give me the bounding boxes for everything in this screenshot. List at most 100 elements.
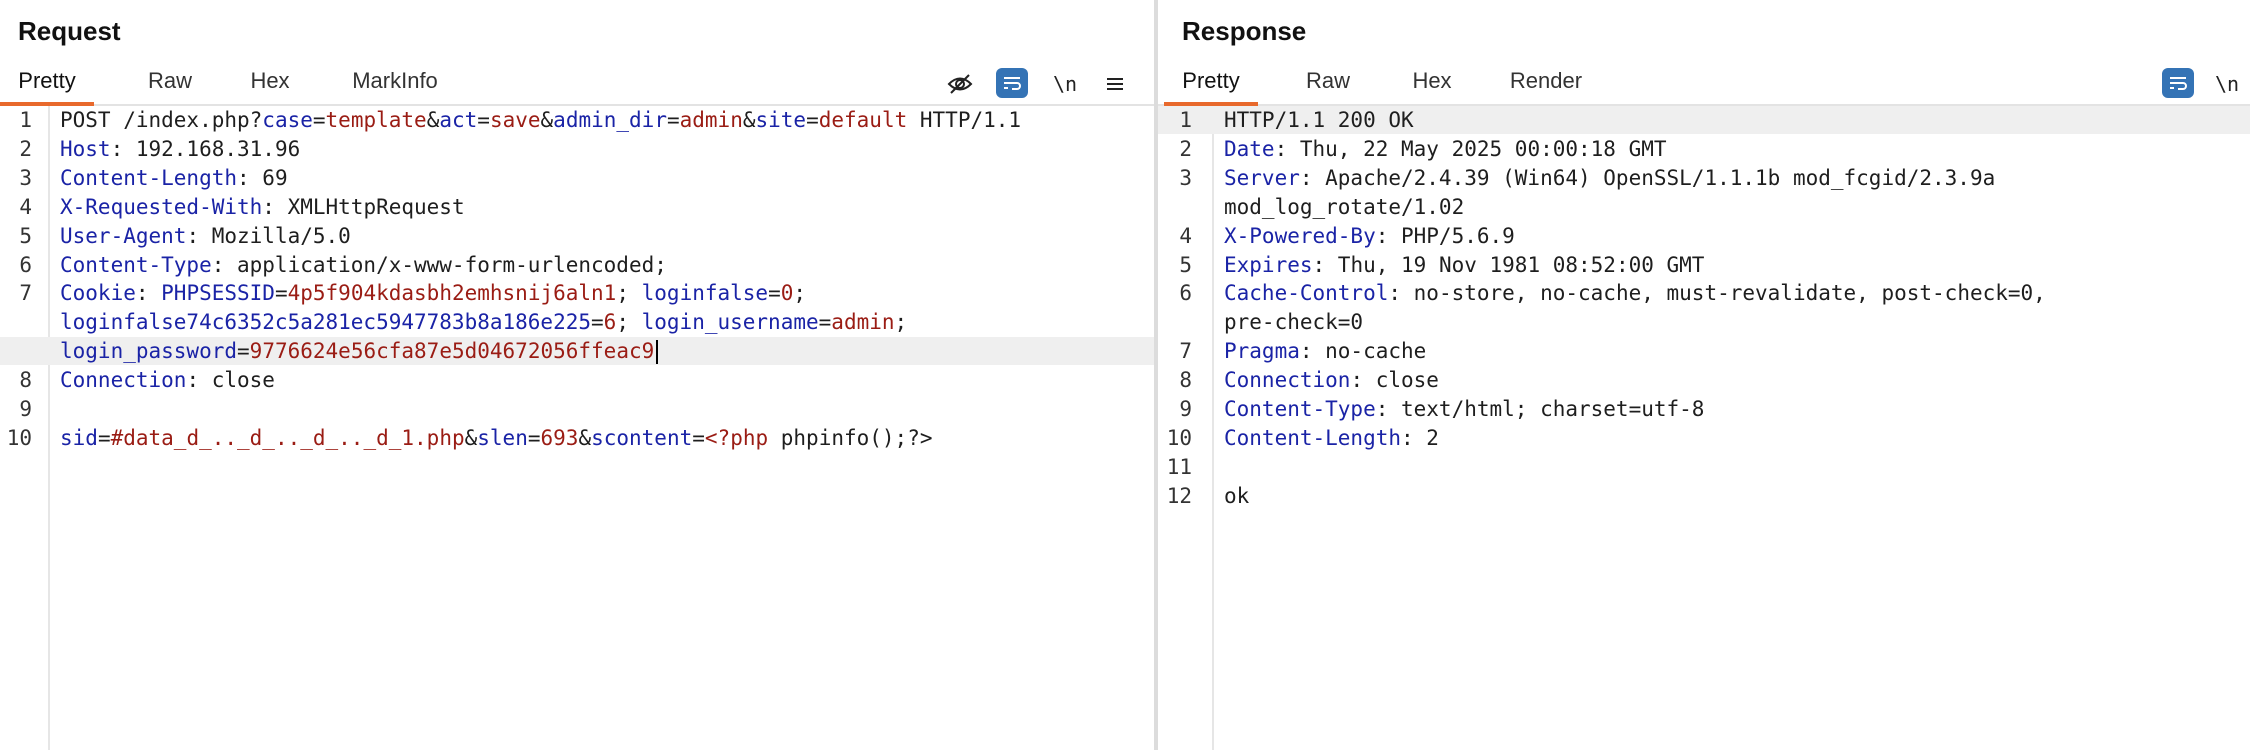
token-text: ok (1224, 483, 1250, 508)
token-text: : Thu, 22 May 2025 00:00:18 GMT (1274, 136, 1667, 161)
wrap-icon[interactable] (2162, 68, 2194, 98)
tab-markinfo[interactable]: MarkInfo (340, 64, 450, 102)
token-key: scontent (591, 425, 693, 450)
request-tabs: Pretty Raw Hex MarkInfo \n (0, 64, 1154, 106)
token-value: 4p5f904kdasbh2emhsnij6aln1 (287, 281, 617, 306)
token-text: & (426, 108, 440, 132)
line-content: X-Requested-With: XMLHttpRequest (60, 193, 465, 221)
line-number: 12 (1166, 483, 1192, 508)
token-text: = (477, 108, 490, 132)
token-text: = (312, 108, 326, 132)
line-number: 8 (19, 368, 32, 393)
token-key: Server (1224, 165, 1300, 190)
line-content: ok (1224, 482, 1249, 510)
tab-raw[interactable]: Raw (1288, 64, 1368, 102)
tab-hex[interactable]: Hex (230, 64, 310, 102)
token-text: = (806, 108, 819, 132)
eye-slash-icon[interactable] (945, 68, 975, 100)
code-line[interactable]: 5 User-Agent: Mozilla/5.0 (0, 222, 1154, 250)
token-text: : close (1350, 368, 1439, 393)
code-line[interactable]: 8 Connection: close (1158, 366, 2250, 394)
token-text: pre-check=0 (1224, 310, 1364, 335)
code-line[interactable]: 7 Cookie: PHPSESSID=4p5f904kdasbh2emhsnij… (0, 279, 1154, 307)
code-line[interactable]: 4 X-Requested-With: XMLHttpRequest (0, 193, 1154, 221)
token-text: = (274, 281, 288, 306)
token-text: = (768, 281, 781, 306)
token-key: Expires (1224, 252, 1313, 277)
tab-render[interactable]: Render (1498, 64, 1594, 102)
code-line[interactable]: mod_log_rotate/1.02 (1158, 193, 2250, 221)
request-editor[interactable]: 1 POST /index.php?case=template&act=save&… (0, 106, 1154, 750)
response-editor[interactable]: 1 HTTP/1.1 200 OK 2 Date: Thu, 22 May 2025 … (1158, 106, 2250, 750)
code-line[interactable]: 4 X-Powered-By: PHP/5.6.9 (1158, 222, 2250, 250)
token-key: slen (477, 425, 528, 450)
token-key: Connection (1224, 368, 1351, 393)
code-line[interactable]: 7 Pragma: no-cache (1158, 337, 2250, 365)
token-text: : close (186, 368, 275, 393)
line-content: POST /index.php?case=template&act=save&a… (60, 106, 1021, 134)
code-line[interactable]: 9 (0, 395, 1154, 423)
tab-hex[interactable]: Hex (1392, 64, 1472, 102)
token-text: = (666, 108, 680, 132)
token-key: login_password (60, 339, 238, 364)
token-text: = (591, 310, 604, 335)
code-line[interactable]: 3 Server: Apache/2.4.39 (Win64) OpenSSL/1… (1158, 164, 2250, 192)
line-number: 1 (1179, 108, 1192, 132)
token-value: <?php (704, 425, 769, 450)
tab-raw[interactable]: Raw (130, 64, 210, 102)
line-content: Date: Thu, 22 May 2025 00:00:18 GMT (1224, 135, 1667, 163)
token-key: Cookie (60, 281, 136, 306)
wrap-icon[interactable] (996, 68, 1028, 98)
token-key: case (262, 108, 313, 132)
code-line[interactable]: 3 Content-Length: 69 (0, 164, 1154, 192)
token-text: POST /index.php? (60, 108, 263, 132)
code-line[interactable]: 8 Connection: close (0, 366, 1154, 394)
line-content: Server: Apache/2.4.39 (Win64) OpenSSL/1.… (1224, 164, 1995, 192)
code-line[interactable]: 1 HTTP/1.1 200 OK (1158, 106, 2250, 134)
line-content: Host: 192.168.31.96 (60, 135, 300, 163)
token-text: = (818, 310, 832, 335)
tab-pretty[interactable]: Pretty (1164, 64, 1258, 106)
token-text: : 69 (237, 165, 288, 190)
token-text: : 2 (1401, 425, 1439, 450)
hamburger-menu-icon[interactable] (1100, 68, 1130, 100)
token-value: default (818, 108, 908, 132)
code-line[interactable]: 6 Cache-Control: no-store, no-cache, must… (1158, 279, 2250, 307)
token-text: : (135, 281, 162, 306)
token-value: admin (831, 310, 895, 335)
code-line[interactable]: login_password=9776624e56cfa87e5d0467205… (0, 337, 1154, 366)
line-content: X-Powered-By: PHP/5.6.9 (1224, 222, 1515, 250)
token-key: loginfalse (641, 281, 769, 306)
code-line[interactable]: 11 (1158, 453, 2250, 481)
code-line[interactable]: 2 Host: 192.168.31.96 (0, 135, 1154, 163)
code-line[interactable]: 10 sid=#data_d_.._d_.._d_.._d_1.php&slen=… (0, 424, 1154, 452)
code-line[interactable]: 5 Expires: Thu, 19 Nov 1981 08:52:00 GMT (1158, 251, 2250, 279)
code-line[interactable]: 2 Date: Thu, 22 May 2025 00:00:18 GMT (1158, 135, 2250, 163)
newline-toggle-button[interactable]: \n (1050, 68, 1080, 100)
line-content: Cache-Control: no-store, no-cache, must-… (1224, 279, 2046, 307)
line-number: 7 (19, 281, 32, 306)
token-value: admin (679, 108, 743, 132)
code-line[interactable]: pre-check=0 (1158, 308, 2250, 336)
line-number: 6 (1179, 281, 1192, 306)
code-line[interactable]: loginfalse74c6352c5a281ec5947783b8a186e2… (0, 308, 1154, 336)
token-text: & (742, 108, 756, 132)
line-content: Connection: close (1224, 366, 1439, 394)
line-number: 8 (1179, 368, 1192, 393)
code-line[interactable]: 9 Content-Type: text/html; charset=utf-8 (1158, 395, 2250, 423)
line-content: Cookie: PHPSESSID=4p5f904kdasbh2emhsnij6… (60, 279, 806, 307)
token-text: phpinfo();?> (768, 425, 933, 450)
code-line[interactable]: 1 POST /index.php?case=template&act=save&… (0, 106, 1154, 134)
token-text: : text/html; charset=utf-8 (1375, 397, 1705, 421)
code-line[interactable]: 10 Content-Length: 2 (1158, 424, 2250, 452)
code-line[interactable]: 6 Content-Type: application/x-www-form-ur… (0, 251, 1154, 279)
line-content: sid=#data_d_.._d_.._d_.._d_1.php&slen=69… (60, 424, 933, 452)
tab-pretty[interactable]: Pretty (0, 64, 94, 106)
token-text: ; (616, 281, 642, 306)
line-content: mod_log_rotate/1.02 (1224, 193, 1464, 221)
code-line[interactable]: 12 ok (1158, 482, 2250, 510)
token-value: save (489, 108, 541, 132)
line-number: 4 (1179, 223, 1192, 248)
line-content: HTTP/1.1 200 OK (1224, 106, 1414, 134)
newline-toggle-button[interactable]: \n (2212, 68, 2242, 100)
